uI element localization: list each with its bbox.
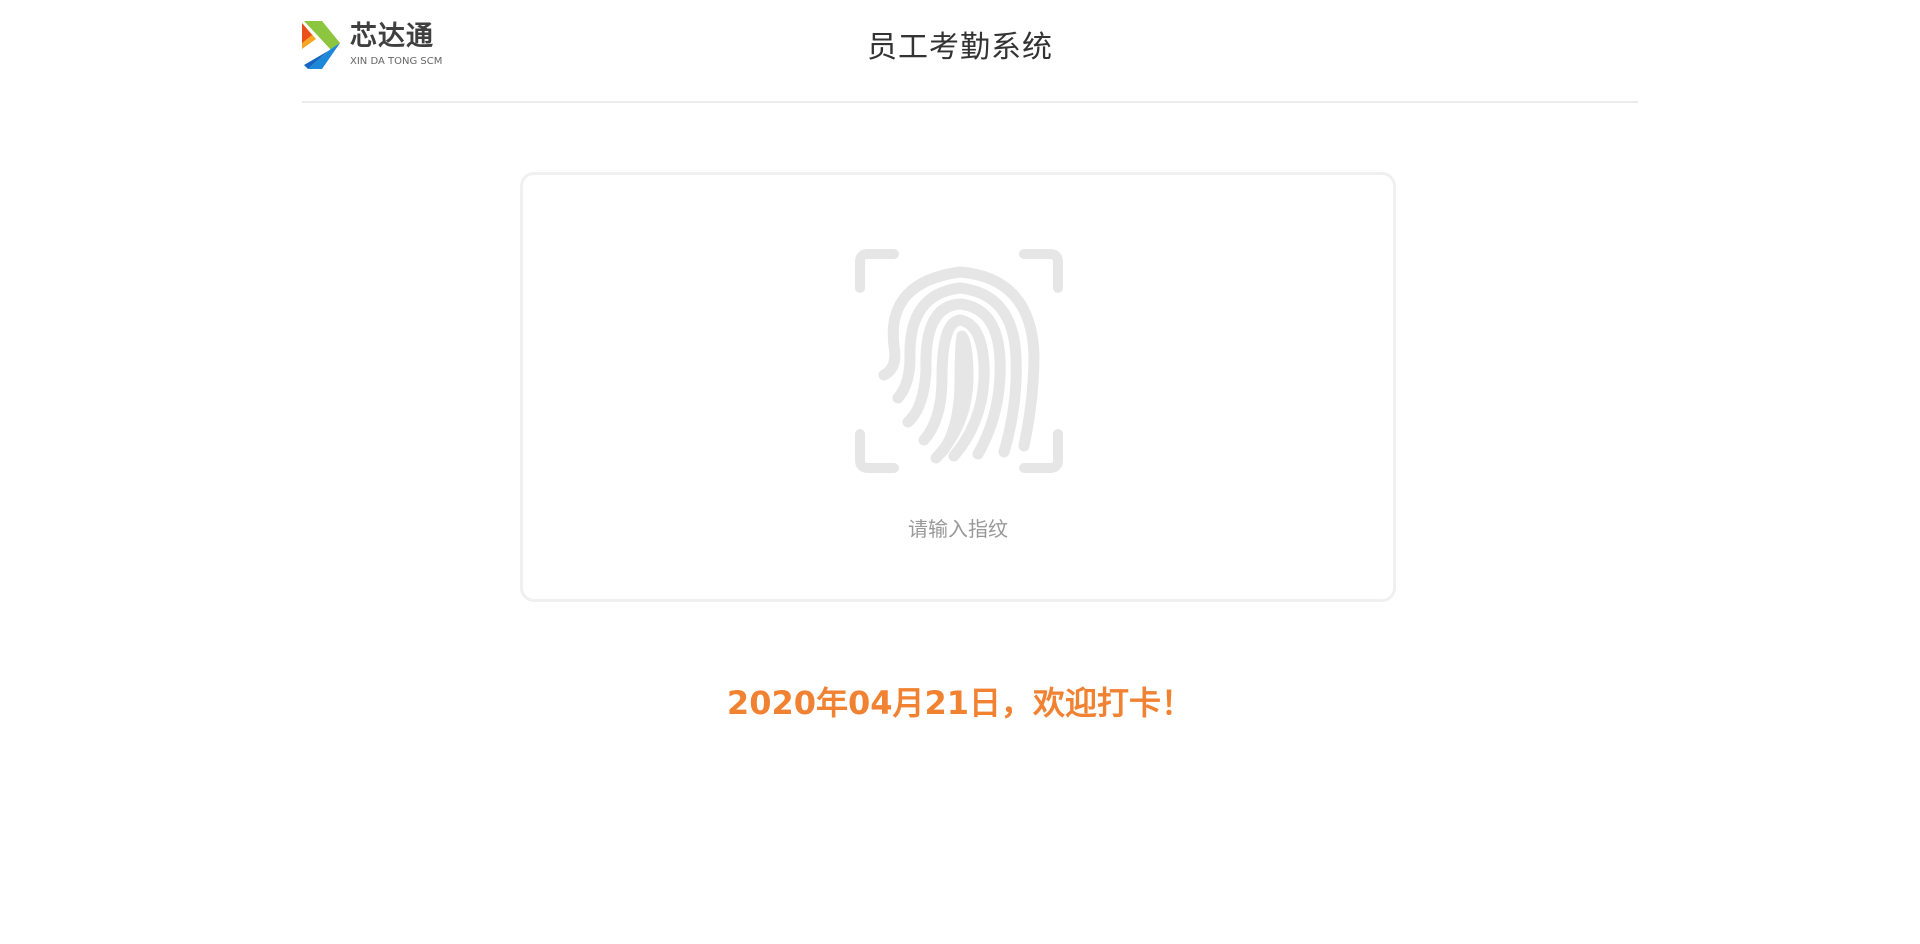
page-title: 员工考勤系统 [867,30,1053,65]
attendance-page: 芯达通 XIN DA TONG SCM 员工考勤系统 请输入指纹 2020年04… [0,0,1920,944]
header: 芯达通 XIN DA TONG SCM 员工考勤系统 [302,0,1638,103]
welcome-message: 2020年04月21日，欢迎打卡！ [726,684,1194,722]
scan-prompt: 请输入指纹 [908,517,1008,541]
fingerprint-icon [855,249,1063,473]
fingerprint-scan-area[interactable]: 请输入指纹 [520,172,1396,602]
